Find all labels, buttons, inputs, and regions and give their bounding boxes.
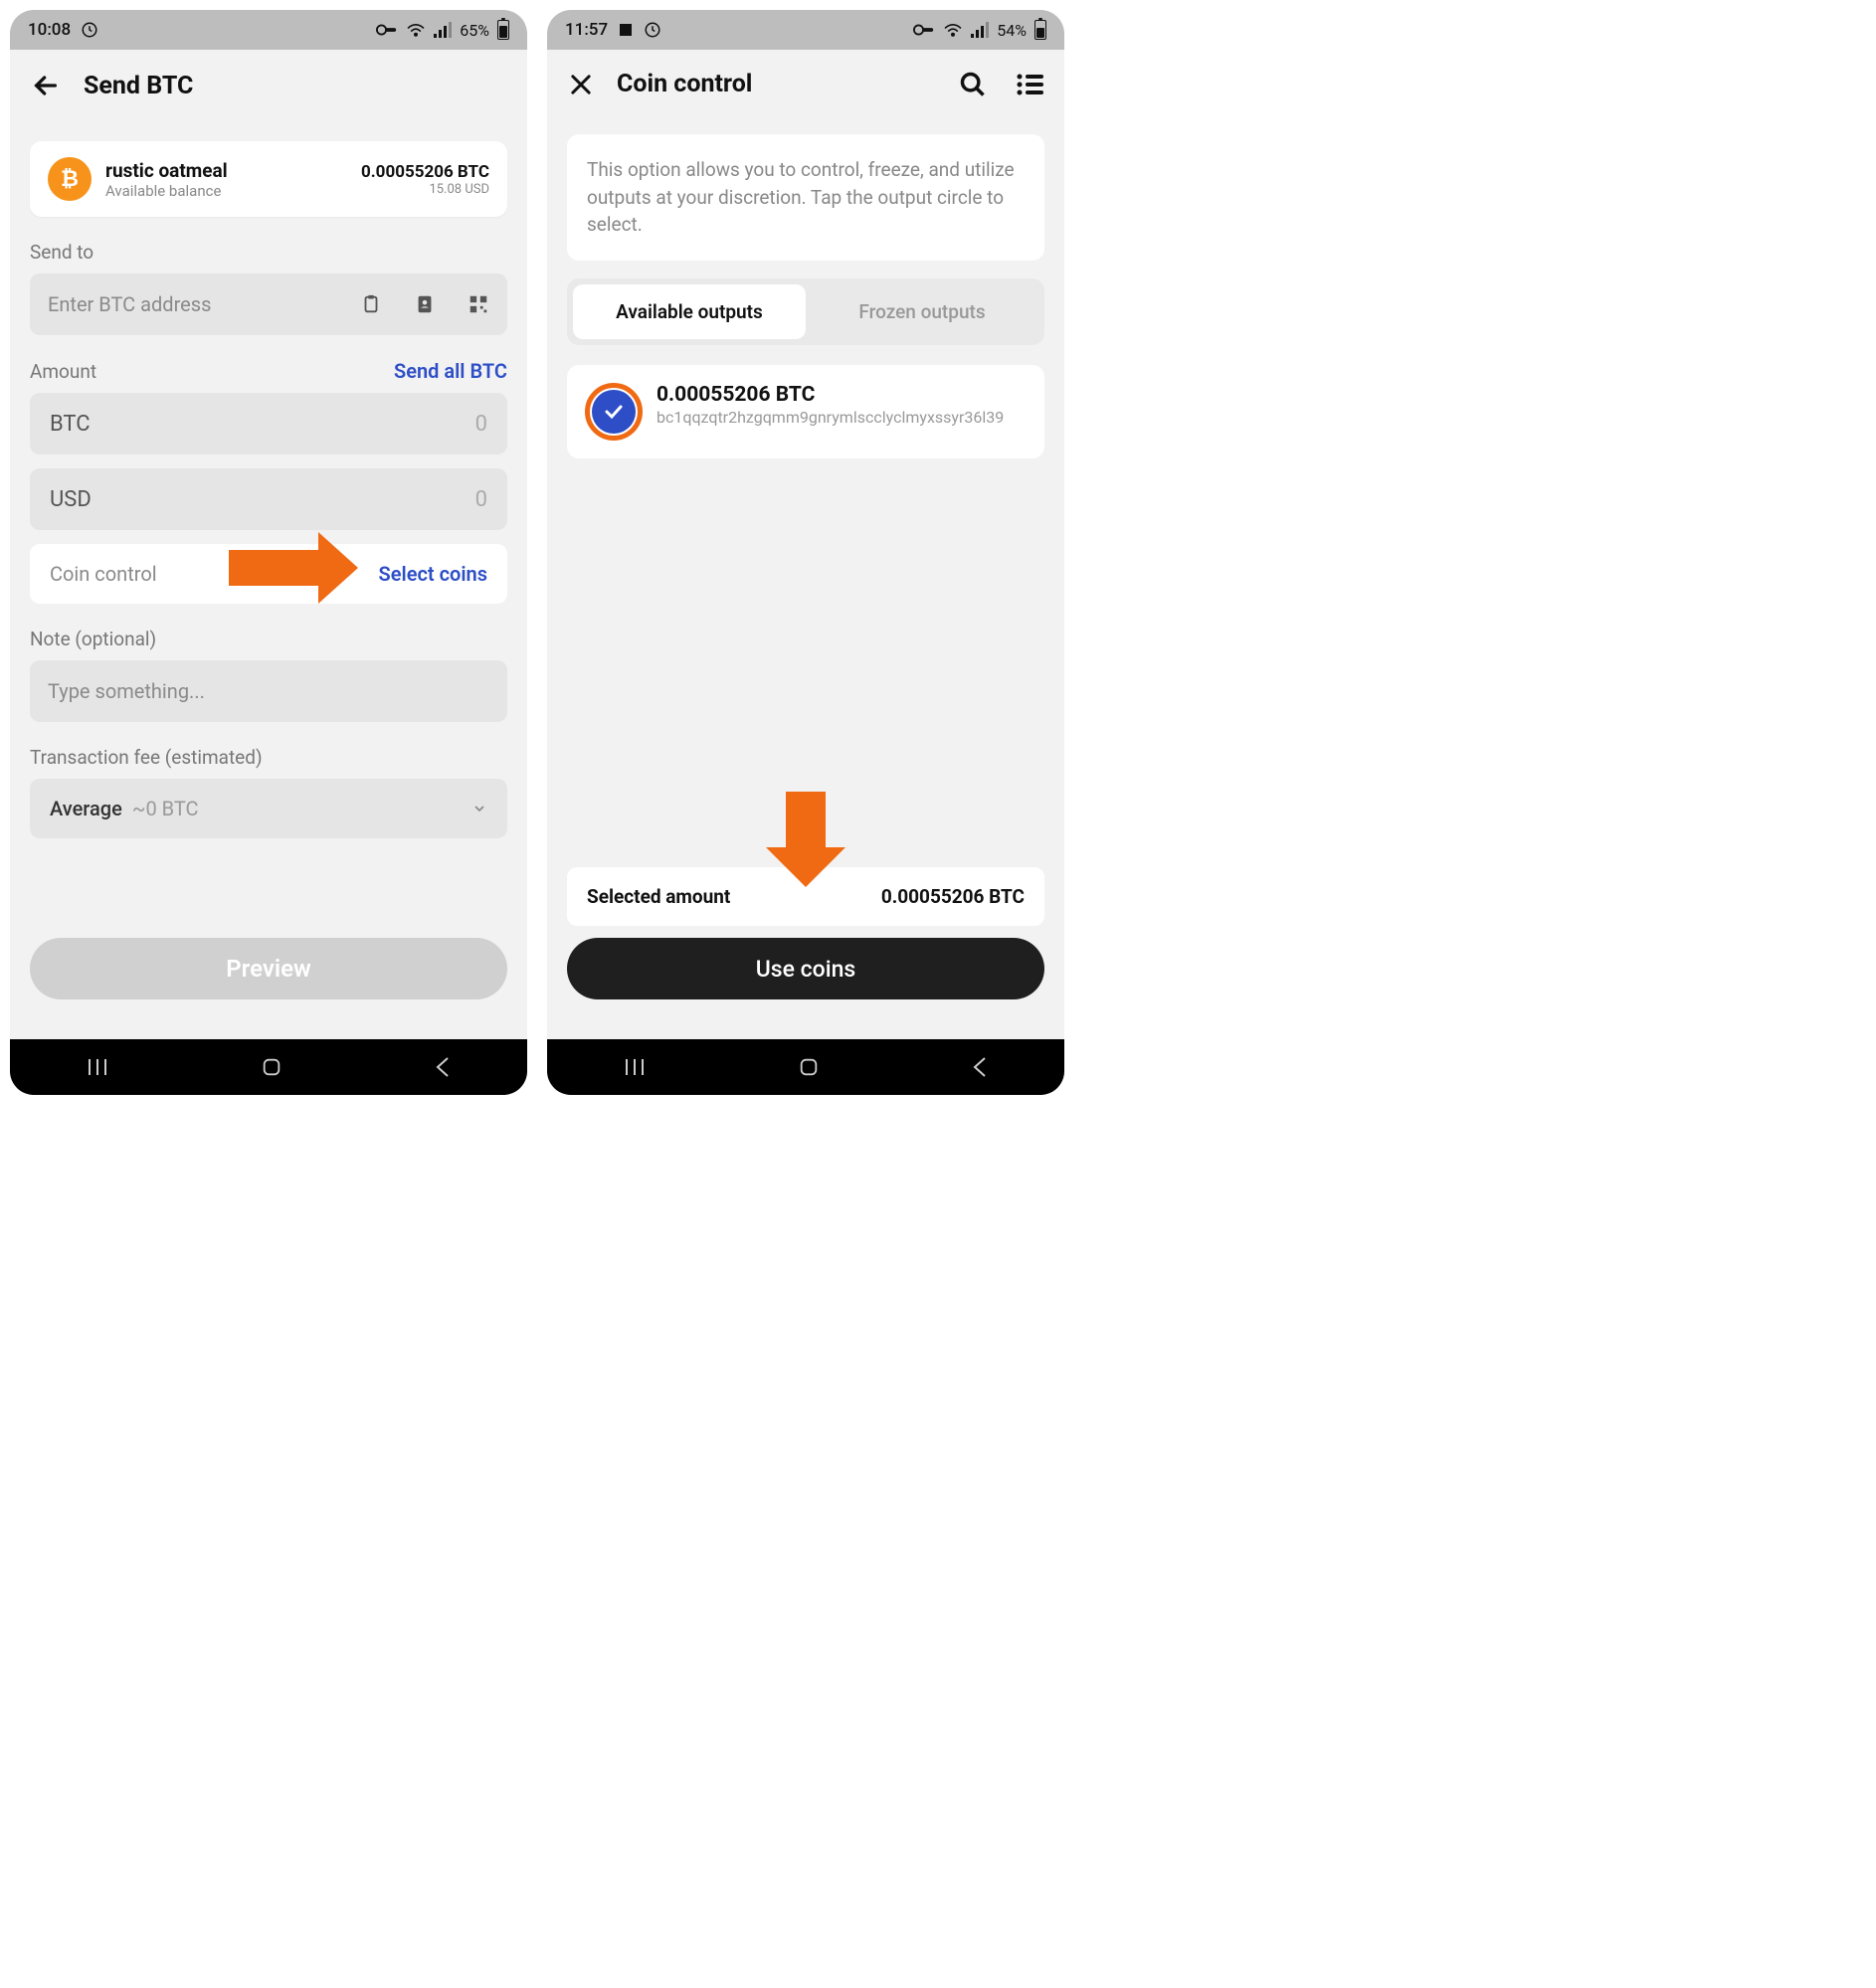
usd-amount-input[interactable]: USD 0 — [30, 468, 507, 530]
btc-icon: ₿ — [48, 157, 92, 201]
annotation-arrow-down-icon — [766, 792, 845, 887]
address-placeholder: Enter BTC address — [48, 292, 360, 316]
btc-amount-label: BTC — [50, 412, 475, 437]
utxo-selected-icon[interactable] — [592, 390, 636, 434]
app-header: Send BTC — [10, 50, 527, 119]
vpn-icon — [376, 23, 398, 37]
fee-label: Transaction fee (estimated) — [30, 746, 507, 769]
usd-amount-label: USD — [50, 487, 475, 512]
usd-amount-value: 0 — [475, 487, 487, 512]
selected-amount-row: Selected amount 0.00055206 BTC — [567, 867, 1044, 926]
fee-amount: ~0 BTC — [132, 797, 462, 820]
signal-icon — [434, 22, 452, 38]
note-input[interactable]: Type something... — [30, 660, 507, 722]
android-navbar — [547, 1039, 1064, 1095]
utxo-item[interactable]: 0.00055206 BTC bc1qqzqtr2hzgqmm9gnrymlsc… — [567, 365, 1044, 458]
status-time: 11:57 — [565, 20, 608, 40]
signal-icon — [971, 22, 989, 38]
back-arrow-icon[interactable] — [30, 70, 62, 101]
selected-amount-value: 0.00055206 BTC — [881, 885, 1025, 908]
recents-icon[interactable] — [623, 1057, 647, 1077]
clock-icon — [644, 21, 661, 39]
battery-percent: 54% — [997, 21, 1027, 40]
android-navbar — [10, 1039, 527, 1095]
home-icon[interactable] — [798, 1056, 820, 1078]
wallet-card[interactable]: ₿ rustic oatmeal Available balance 0.000… — [30, 141, 507, 217]
select-coins-link[interactable]: Select coins — [379, 562, 487, 586]
app-header: Coin control — [547, 50, 1064, 116]
selected-amount-label: Selected amount — [587, 885, 730, 908]
status-app-icon — [618, 22, 634, 38]
chevron-down-icon — [471, 801, 487, 816]
use-coins-label: Use coins — [756, 956, 855, 983]
vpn-icon — [913, 23, 935, 37]
fee-level: Average — [50, 797, 122, 820]
wallet-name: rustic oatmeal — [105, 159, 228, 182]
note-placeholder: Type something... — [48, 679, 489, 703]
status-time: 10:08 — [28, 20, 71, 40]
list-icon[interactable] — [1017, 73, 1044, 96]
preview-button[interactable]: Preview — [30, 938, 507, 999]
close-icon[interactable] — [567, 71, 595, 98]
address-input[interactable]: Enter BTC address — [30, 273, 507, 335]
battery-icon — [497, 20, 509, 40]
battery-percent: 65% — [460, 21, 489, 40]
status-bar: 11:57 54% — [547, 10, 1064, 50]
utxo-address: bc1qqzqtr2hzgqmm9gnrymlscclyclmyxssyr36l… — [657, 407, 1027, 429]
annotation-arrow-right-icon — [229, 538, 358, 598]
wallet-subtitle: Available balance — [105, 182, 228, 200]
btc-amount-value: 0 — [475, 412, 487, 437]
page-title: Send BTC — [84, 72, 193, 100]
amount-label: Amount — [30, 360, 96, 383]
clock-icon — [81, 21, 98, 39]
phone-send-btc: 10:08 65% Send BTC ₿ rustic oatmeal Avai… — [10, 10, 527, 1095]
sendto-label: Send to — [30, 241, 507, 264]
annotation-highlight-circle — [585, 383, 643, 441]
fee-selector[interactable]: Average ~0 BTC — [30, 779, 507, 838]
info-text: This option allows you to control, freez… — [587, 158, 1015, 236]
wallet-btc-balance: 0.00055206 BTC — [361, 162, 489, 182]
utxo-amount: 0.00055206 BTC — [657, 383, 1027, 407]
preview-button-label: Preview — [226, 955, 310, 983]
wifi-icon — [943, 22, 963, 38]
wifi-icon — [406, 22, 426, 38]
home-icon[interactable] — [261, 1056, 282, 1078]
btc-amount-input[interactable]: BTC 0 — [30, 393, 507, 454]
battery-icon — [1034, 20, 1046, 40]
recents-icon[interactable] — [86, 1057, 109, 1077]
back-nav-icon[interactable] — [434, 1056, 452, 1078]
tab-frozen-outputs[interactable]: Frozen outputs — [806, 284, 1038, 339]
status-bar: 10:08 65% — [10, 10, 527, 50]
send-all-link[interactable]: Send all BTC — [394, 359, 507, 383]
search-icon[interactable] — [959, 71, 987, 98]
qr-scan-icon[interactable] — [468, 293, 489, 315]
output-tabs: Available outputs Frozen outputs — [567, 278, 1044, 345]
phone-coin-control: 11:57 54% Coin control This option allow… — [547, 10, 1064, 1095]
page-title: Coin control — [617, 70, 752, 98]
contacts-icon[interactable] — [414, 292, 436, 316]
wallet-usd-balance: 15.08 USD — [361, 182, 489, 197]
coin-control-row[interactable]: Coin control Select coins — [30, 544, 507, 604]
use-coins-button[interactable]: Use coins — [567, 938, 1044, 999]
paste-icon[interactable] — [360, 292, 382, 316]
tab-available-outputs[interactable]: Available outputs — [573, 284, 806, 339]
back-nav-icon[interactable] — [971, 1056, 989, 1078]
note-label: Note (optional) — [30, 628, 507, 650]
info-card: This option allows you to control, freez… — [567, 134, 1044, 261]
